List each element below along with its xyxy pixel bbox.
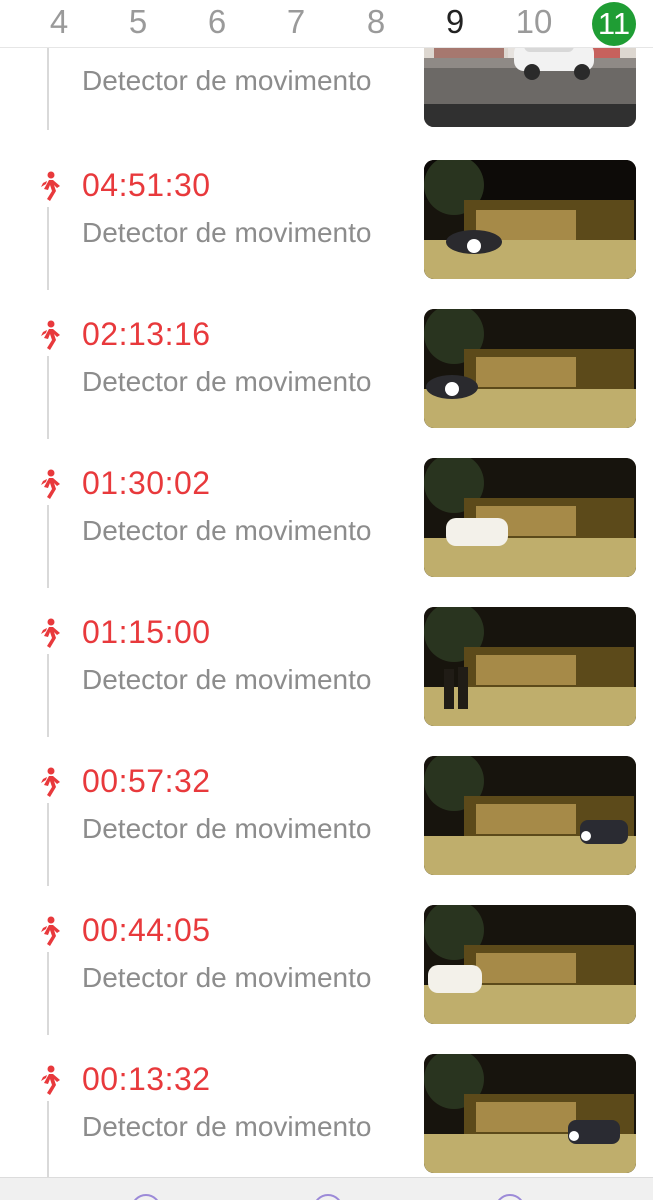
event-thumbnail[interactable] (424, 160, 636, 279)
timeline-rail (47, 952, 49, 1035)
event-label: Detector de movimento (82, 664, 372, 695)
event-list: Detector de movimento 04:51:30 Detector … (0, 47, 653, 1177)
date-strip: 4 5 6 7 8 9 10 11 (0, 0, 653, 48)
event-item[interactable]: 01:15:00 Detector de movimento (0, 602, 653, 751)
event-time: 01:15:00 (82, 614, 211, 650)
event-label: Detector de movimento (82, 217, 372, 248)
running-person-icon (41, 767, 60, 797)
timeline-rail (47, 505, 49, 588)
event-thumbnail[interactable] (424, 1054, 636, 1173)
nav-button-3[interactable] (495, 1194, 525, 1200)
event-label: Detector de movimento (82, 65, 372, 96)
event-label: Detector de movimento (82, 366, 372, 397)
day-7[interactable]: 7 (268, 0, 324, 44)
running-person-icon (41, 469, 60, 499)
event-time: 00:44:05 (82, 912, 211, 948)
event-time: 01:30:02 (82, 465, 211, 501)
event-item[interactable]: Detector de movimento (0, 47, 653, 130)
event-thumbnail[interactable] (424, 905, 636, 1024)
event-item[interactable]: 00:13:32 Detector de movimento (0, 1049, 653, 1177)
timeline-rail (47, 1101, 49, 1177)
timeline-rail (47, 356, 49, 439)
timeline-rail (47, 654, 49, 737)
event-label: Detector de movimento (82, 813, 372, 844)
timeline-rail (47, 803, 49, 886)
day-10[interactable]: 10 (506, 0, 562, 44)
event-thumbnail[interactable] (424, 47, 636, 127)
day-9[interactable]: 9 (427, 0, 483, 44)
event-thumbnail[interactable] (424, 309, 636, 428)
event-label: Detector de movimento (82, 962, 372, 993)
event-time: 00:57:32 (82, 763, 211, 799)
event-time: 00:13:32 (82, 1061, 211, 1097)
event-time: 02:13:16 (82, 316, 211, 352)
event-item[interactable]: 00:44:05 Detector de movimento (0, 900, 653, 1049)
timeline-rail (47, 47, 49, 130)
event-thumbnail[interactable] (424, 756, 636, 875)
running-person-icon (41, 171, 60, 201)
nav-button-2[interactable] (313, 1194, 343, 1200)
day-6[interactable]: 6 (189, 0, 245, 44)
bottom-bar (0, 1177, 653, 1200)
day-5[interactable]: 5 (110, 0, 166, 44)
event-time: 04:51:30 (82, 167, 211, 203)
running-person-icon (41, 1065, 60, 1095)
event-thumbnail[interactable] (424, 607, 636, 726)
event-item[interactable]: 00:57:32 Detector de movimento (0, 751, 653, 900)
event-label: Detector de movimento (82, 515, 372, 546)
day-11-selected[interactable]: 11 (592, 2, 636, 46)
nav-button-1[interactable] (131, 1194, 161, 1200)
running-person-icon (41, 916, 60, 946)
event-item[interactable]: 02:13:16 Detector de movimento (0, 304, 653, 453)
event-thumbnail[interactable] (424, 458, 636, 577)
day-8[interactable]: 8 (348, 0, 404, 44)
event-item[interactable]: 01:30:02 Detector de movimento (0, 453, 653, 602)
timeline-rail (47, 207, 49, 290)
event-item[interactable]: 04:51:30 Detector de movimento (0, 155, 653, 304)
event-label: Detector de movimento (82, 1111, 372, 1142)
running-person-icon (41, 320, 60, 350)
day-4[interactable]: 4 (31, 0, 87, 44)
app-root: 4 5 6 7 8 9 10 11 Detector de movimento (0, 0, 653, 1200)
running-person-icon (41, 618, 60, 648)
